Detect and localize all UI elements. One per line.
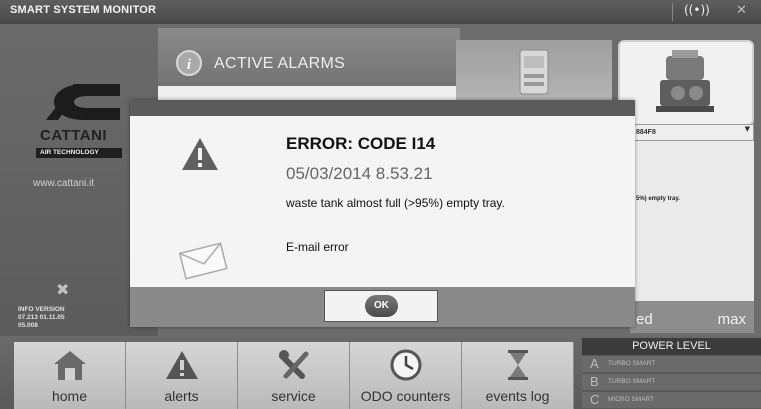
power-option-b[interactable]: B TURBO SMART: [582, 373, 761, 390]
app-title: SMART SYSTEM MONITOR: [10, 4, 157, 16]
title-bar: SMART SYSTEM MONITOR ((•)) ✕: [0, 0, 761, 24]
power-option-c-name: MICRO SMART: [608, 396, 655, 403]
compressor-large-icon: [656, 50, 714, 112]
level-left-label: ed: [636, 311, 653, 328]
close-icon[interactable]: ✕: [736, 3, 747, 18]
ok-button-label: OK: [365, 295, 398, 317]
ok-button[interactable]: OK: [324, 290, 438, 322]
nav-service-label: service: [271, 388, 316, 404]
device-select-value: 884F8: [636, 129, 656, 136]
website-link[interactable]: www.cattani.it: [33, 178, 94, 189]
cattani-logo-icon: [46, 84, 120, 120]
power-level-title: POWER LEVEL: [582, 338, 761, 355]
power-option-a-letter: A: [590, 356, 599, 371]
error-description: waste tank almost full (>95%) empty tray…: [286, 196, 505, 210]
tools-icon: [238, 348, 349, 386]
active-alarms-title: ACTIVE ALARMS: [214, 55, 346, 72]
device-detail-text: 5%) empty tray.: [636, 196, 680, 202]
dialog-header-bar: [130, 100, 635, 116]
power-option-c-letter: C: [590, 392, 600, 407]
power-option-b-name: TURBO SMART: [608, 378, 656, 385]
wireless-icon[interactable]: ((•)): [684, 3, 710, 17]
power-option-a-name: TURBO SMART: [608, 360, 656, 367]
email-icon: [178, 242, 228, 280]
power-option-c[interactable]: C MICRO SMART: [582, 391, 761, 408]
power-level-panel: POWER LEVEL A TURBO SMART B TURBO SMART …: [582, 338, 761, 409]
brand-name: CATTANI: [40, 127, 108, 144]
tools-icon: ✖: [56, 280, 70, 299]
nav-odo-counters-label: ODO counters: [360, 388, 451, 404]
dialog-footer: OK: [130, 287, 635, 327]
nav-alerts-label: alerts: [164, 388, 199, 404]
active-alarms-header: i ACTIVE ALARMS: [158, 28, 460, 86]
info-version-label: INFO VERSION: [18, 306, 65, 313]
chevron-down-icon: ▼: [744, 125, 750, 133]
brand-tagline: AIR TECHNOLOGY: [36, 148, 122, 158]
level-bar: ed max: [630, 301, 754, 333]
power-option-b-letter: B: [590, 374, 599, 389]
nav-service-button[interactable]: service: [238, 342, 350, 409]
nav-home-button[interactable]: home: [14, 342, 126, 409]
home-icon: [14, 348, 125, 386]
power-option-a[interactable]: A TURBO SMART: [582, 355, 761, 372]
clock-icon: [350, 348, 461, 386]
device-image-selected[interactable]: [618, 40, 754, 126]
info-icon: i: [176, 50, 202, 76]
alert-icon: [126, 348, 237, 386]
device-detail-panel: 5%) empty tray.: [632, 141, 754, 301]
nav-events-log-button[interactable]: events log: [462, 342, 574, 409]
error-title: ERROR: CODE I14: [286, 134, 436, 153]
level-max-label: max: [717, 311, 746, 328]
nav-alerts-button[interactable]: alerts: [126, 342, 238, 409]
error-dialog: ERROR: CODE I14 05/03/2014 8.53.21 waste…: [130, 100, 635, 327]
app-window: SMART SYSTEM MONITOR ((•)) ✕ CATTANI AIR…: [0, 0, 761, 409]
error-datetime: 05/03/2014 8.53.21: [286, 164, 433, 183]
nav-odo-counters-button[interactable]: ODO counters: [350, 342, 462, 409]
warning-icon: [182, 138, 218, 170]
email-status: E-mail error: [286, 240, 349, 254]
info-version-line2: 05.008: [18, 322, 38, 329]
info-version-line1: 07.213 01.11.05: [18, 314, 65, 321]
title-separator: [672, 3, 673, 21]
nav-events-log-label: events log: [485, 388, 550, 404]
nav-home-label: home: [51, 388, 88, 404]
hourglass-icon: [462, 348, 573, 386]
device-select[interactable]: 884F8 ▼: [632, 124, 754, 141]
info-version: INFO VERSION 07.213 01.11.05 05.008: [18, 306, 65, 330]
